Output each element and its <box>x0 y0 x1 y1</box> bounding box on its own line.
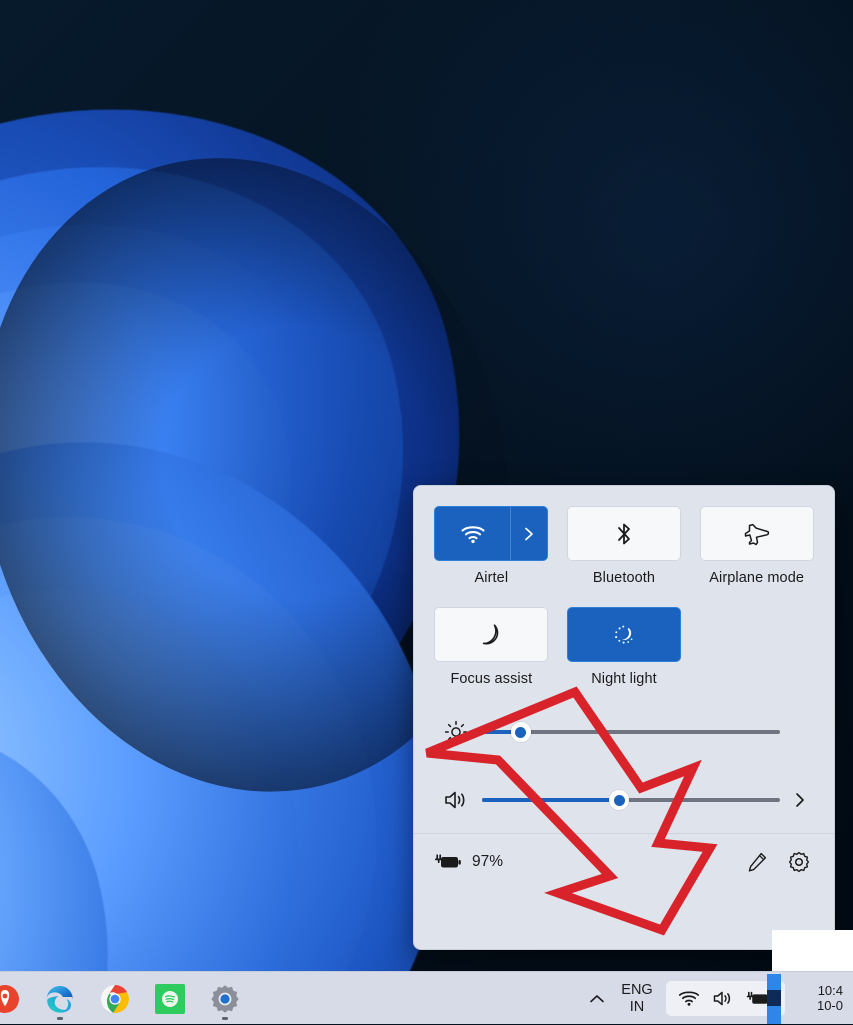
volume-slider-row[interactable] <box>434 773 814 827</box>
taskbar-running-indicator <box>222 1017 228 1020</box>
brightness-slider-row[interactable] <box>434 705 814 759</box>
battery-percentage: 97% <box>472 853 503 871</box>
tile-label-bluetooth: Bluetooth <box>593 570 655 586</box>
taskbar[interactable]: ENG IN <box>0 971 853 1024</box>
tile-night-light[interactable] <box>567 607 681 662</box>
edge-icon <box>43 982 77 1016</box>
tile-cell-bluetooth: Bluetooth <box>567 506 682 586</box>
tile-cell-empty <box>699 607 814 687</box>
taskbar-app-partial[interactable] <box>0 980 24 1018</box>
language-indicator[interactable]: ENG IN <box>614 982 660 1014</box>
quick-settings-tile-grid-row1: Airtel Bluetooth <box>434 506 814 586</box>
tile-focus-assist[interactable] <box>434 607 548 662</box>
open-settings-button[interactable] <box>782 845 816 879</box>
tray-volume-icon <box>712 989 734 1008</box>
brightness-icon <box>436 720 476 744</box>
brightness-slider-thumb[interactable] <box>511 722 531 742</box>
settings-gear-icon <box>209 983 241 1015</box>
taskbar-app-chrome[interactable] <box>96 980 134 1018</box>
taskbar-blue-artifact <box>767 974 781 1024</box>
taskbar-running-indicator <box>57 1017 63 1020</box>
tile-label-wifi: Airtel <box>475 570 509 586</box>
wifi-icon <box>460 524 486 544</box>
tile-cell-focus-assist: Focus assist <box>434 607 549 687</box>
moon-icon <box>479 622 503 648</box>
tile-cell-airplane: Airplane mode <box>699 506 814 586</box>
chrome-icon <box>98 982 132 1016</box>
quick-settings-tile-grid-row2: Focus assist <box>434 607 814 687</box>
tile-label-airplane-mode: Airplane mode <box>709 570 804 586</box>
chevron-up-icon <box>588 992 606 1006</box>
language-line1: ENG <box>621 982 652 998</box>
tile-wifi-expand[interactable] <box>511 526 547 542</box>
tile-cell-night-light: Night light <box>567 607 682 687</box>
gear-icon <box>788 851 810 873</box>
spotify-icon <box>154 983 186 1015</box>
airplane-icon <box>743 521 771 547</box>
quick-settings-panel[interactable]: Airtel Bluetooth <box>413 485 835 950</box>
volume-slider[interactable] <box>482 787 780 813</box>
show-hidden-icons-button[interactable] <box>580 980 614 1018</box>
taskbar-clock[interactable]: 10:4 10-0 <box>791 984 853 1014</box>
language-line2: IN <box>630 999 645 1015</box>
taskbar-system-area: ENG IN <box>580 972 853 1025</box>
red-app-icon <box>0 982 22 1016</box>
tile-airplane-mode[interactable] <box>700 506 814 561</box>
tile-wifi[interactable] <box>434 506 548 561</box>
taskbar-app-edge[interactable] <box>41 980 79 1018</box>
quick-settings-body: Airtel Bluetooth <box>414 486 834 827</box>
volume-slider-fill <box>482 798 619 802</box>
chevron-right-icon <box>523 526 535 542</box>
pencil-edit-icon <box>746 851 768 873</box>
quick-settings-footer: 97% <box>414 834 834 890</box>
battery-status[interactable]: 97% <box>434 852 503 872</box>
volume-slider-thumb[interactable] <box>609 790 629 810</box>
clock-date: 10-0 <box>817 999 843 1014</box>
tile-bluetooth[interactable] <box>567 506 681 561</box>
clock-time: 10:4 <box>818 984 843 999</box>
tray-wifi-icon <box>678 990 700 1007</box>
taskbar-app-list <box>0 972 244 1025</box>
tile-label-night-light: Night light <box>591 671 657 687</box>
volume-icon <box>436 788 476 812</box>
brightness-slider[interactable] <box>482 719 780 745</box>
bluetooth-icon <box>614 521 634 547</box>
tile-wifi-toggle[interactable] <box>435 507 511 560</box>
battery-charging-icon <box>434 852 464 872</box>
tile-cell-wifi: Airtel <box>434 506 549 586</box>
edit-quick-settings-button[interactable] <box>740 845 774 879</box>
tile-label-focus-assist: Focus assist <box>450 671 532 687</box>
taskbar-app-settings[interactable] <box>206 980 244 1018</box>
volume-expand-button[interactable] <box>786 791 812 809</box>
taskbar-app-spotify[interactable] <box>151 980 189 1018</box>
night-light-icon <box>610 621 638 649</box>
